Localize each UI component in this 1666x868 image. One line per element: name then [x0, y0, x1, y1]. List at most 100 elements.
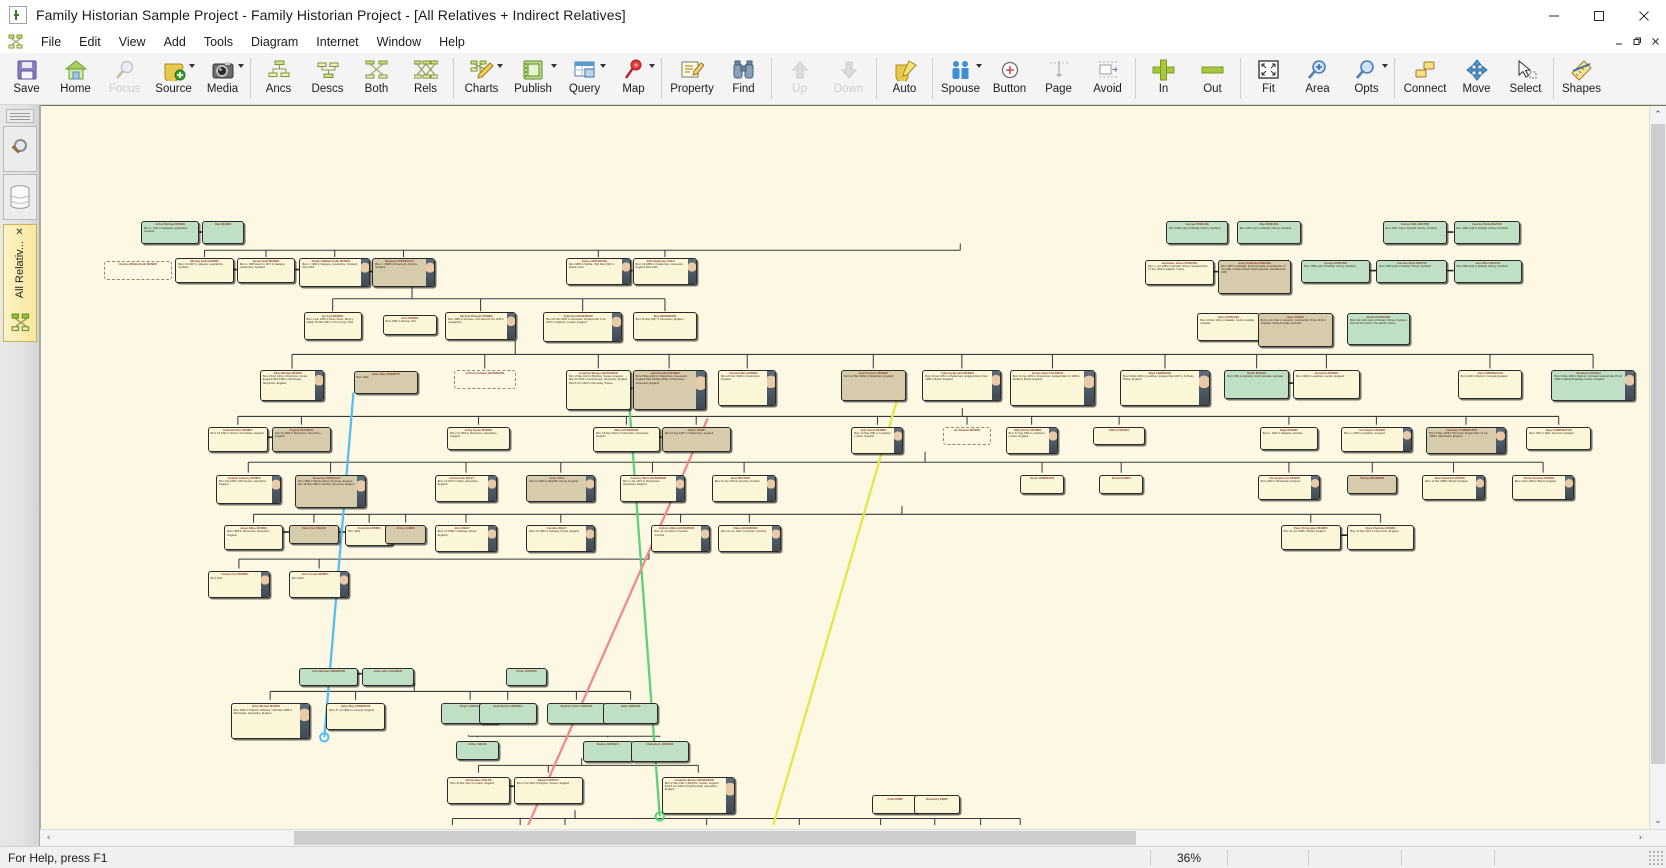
toolbar-button-descs[interactable]: Descs — [303, 53, 352, 104]
person-box[interactable]: Connor WALLINGTONBorn 1867 (cal) in Kirk… — [1383, 221, 1448, 244]
records-window-button[interactable] — [3, 174, 37, 220]
person-box[interactable]: Jonathan Wesley HICKERSONBorn 2 May 1921… — [566, 370, 631, 410]
maximize-button[interactable] — [1576, 0, 1621, 31]
person-box[interactable]: Charlotte CUMMINGTONBorn 5 May 1968 in P… — [1426, 427, 1505, 454]
person-box[interactable]: Edmund Peter MUNROBorn C4 1962 in Oxford… — [208, 427, 268, 452]
mdi-restore-button[interactable] — [1629, 33, 1646, 49]
toolbar-button-auto[interactable]: Auto — [880, 53, 929, 104]
menu-item-internet[interactable]: Internet — [307, 33, 367, 51]
person-box[interactable]: Ellen Katherine COLEBorn C2 1898 in Chel… — [633, 258, 698, 285]
toolbar-button-map[interactable]: Map — [609, 53, 658, 104]
person-box[interactable]: Jane WALLINGTONBorn 1890 (cal) in Kirkwa… — [1454, 260, 1523, 283]
person-box[interactable]: Ian Stephen MUNRO — [943, 427, 991, 446]
person-box[interactable]: Helen Mary ROBERTSBorn 1944 — [354, 371, 419, 394]
toolbar-button-out[interactable]: Out — [1188, 53, 1237, 104]
chevron-down-icon[interactable] — [600, 64, 606, 68]
person-box[interactable]: Arthur Michael MUNROBorn c. 1931 in Glas… — [141, 221, 199, 244]
person-box[interactable]: John Terrence MUNROBorn 12 Mar 1949 in C… — [841, 370, 906, 401]
scroll-down-button[interactable]: ⌄ — [1650, 812, 1666, 829]
person-box[interactable]: Elizabeth HODGESBorn 8 May 1930 in Bodmi… — [1551, 370, 1634, 401]
person-box[interactable]: Margaret PUDDEFOOTBorn c. 1968 in Kilmar… — [372, 258, 435, 287]
chevron-down-icon[interactable] — [551, 64, 557, 68]
person-box[interactable]: Ian Keel MUNROBorn 2 Jan 1965 in Parks S… — [304, 312, 362, 339]
toolbar-button-area[interactable]: Area — [1293, 53, 1342, 104]
toolbar-button-avoid[interactable]: Avoid — [1083, 53, 1132, 104]
menu-item-file[interactable]: File — [32, 33, 70, 51]
person-box[interactable]: Gilbert KEMPMar 12 Sep 1967 in Cheltenha… — [662, 427, 731, 452]
menu-item-edit[interactable]: Edit — [70, 33, 110, 51]
scroll-up-button[interactable]: ⌃ — [1650, 106, 1666, 123]
chevron-down-icon[interactable] — [976, 64, 982, 68]
toolbar-button-home[interactable]: Home — [51, 53, 100, 104]
menu-item-tools[interactable]: Tools — [195, 33, 242, 51]
person-box[interactable]: Susan ANDERSON — [1020, 475, 1064, 494]
scroll-right-button[interactable]: › — [1632, 830, 1649, 847]
person-box[interactable]: Caroline WILEYBorn C2 1984 in Kelloway, … — [526, 525, 595, 552]
toolbar-button-rels[interactable]: Rels — [401, 53, 450, 104]
person-box[interactable]: Caroline WALLINGTONBorn 1861 (cal) in Ki… — [1454, 221, 1521, 244]
person-box[interactable]: James HICKERSONBorn 1895 in Marble, USA … — [566, 258, 631, 285]
person-box[interactable]: Janet RECORDBorn 10 Jan 1970 in Keswick,… — [712, 475, 777, 502]
person-box[interactable]: May MUNRO — [202, 221, 244, 244]
diagram-canvas[interactable]: Arthur Michael MUNROBorn c. 1931 in Glas… — [40, 105, 1666, 829]
mdi-minimize-button[interactable] — [1611, 33, 1628, 49]
toolbar-button-publish[interactable]: Publish — [506, 53, 560, 104]
person-box[interactable]: Carolyn Ann MUNROBorn 2011 — [208, 571, 271, 598]
person-box[interactable]: Alexandra MUNROBorn 1936 in Lewisham, Lo… — [1293, 370, 1360, 399]
person-box[interactable]: Michael Keith MUNROBorn C2 1967 in Glasg… — [175, 258, 233, 283]
person-box[interactable]: Henry DOWLINGBorn 10 Dec 1912 in Adelaid… — [1197, 313, 1260, 340]
zoom-level-indicator[interactable]: 36% — [1151, 847, 1227, 868]
person-box[interactable]: Marilyn DESMOND — [1347, 475, 1397, 494]
person-box[interactable]: Stephen Arthur HODGES — [547, 703, 605, 724]
person-box[interactable]: Rosemary KEMP — [914, 795, 960, 814]
vertical-scroll-thumb[interactable] — [1651, 124, 1665, 764]
menu-item-help[interactable]: Help — [430, 33, 474, 51]
person-box[interactable]: Graham Anthony MUNROBorn Oct 1987 in Win… — [216, 475, 281, 504]
person-box[interactable]: Helen JONESBorn 4 Oct 1921 in Keswick, C… — [1258, 313, 1333, 347]
person-box[interactable]: May HICKERSONBorn 10 Sep 1957 in Glouces… — [633, 312, 698, 339]
person-box[interactable]: Jonathan Wesley HICKERSONBorn 2 May 1921… — [662, 777, 735, 815]
toolbar-button-shapes[interactable]: Shapes — [1557, 53, 1606, 104]
person-box[interactable]: Marie HICKERSONBorn 18 Sep 1944 in Chelt… — [593, 427, 660, 452]
horizontal-scrollbar[interactable]: ‹ › — [40, 829, 1666, 846]
person-box[interactable]: May DOWLINGBorn 1867 (cal) in Kirkwall, … — [1237, 221, 1302, 244]
person-box[interactable]: Anthony Marie HICKERSONBorn 14 Jun 2001 … — [651, 525, 709, 552]
person-box[interactable]: Helen May ANDERSONBorn 27 Jul 1959 in Li… — [326, 703, 384, 730]
person-box[interactable]: Janet Eudora HODGES — [479, 703, 537, 724]
person-box[interactable]: Paula Charlotte MUNROBorn 2 Dec 1990 in … — [1512, 475, 1575, 500]
person-box[interactable]: Nigel MUNROBorn c. 1964 in Adelaide, Aus… — [1260, 427, 1318, 450]
person-box[interactable]: John Michael ANDERSON — [299, 668, 357, 687]
person-box[interactable]: Arthur HODGES — [506, 668, 548, 687]
mdi-close-button[interactable] — [1647, 33, 1664, 49]
person-box[interactable]: Charles William Keith MUNROBorn c. 1968 … — [299, 258, 370, 287]
person-box[interactable]: Susan Keith MUNROBorn c. 1965 Died C4 19… — [237, 258, 295, 283]
person-box[interactable]: Peter Michael MUNROBorn 25 Apr 1941 in W… — [260, 370, 325, 401]
person-box[interactable]: Nigel ANDERSONBorn 9 Mar 1948 in Lewisha… — [1120, 370, 1210, 406]
toolbar-button-both[interactable]: Both — [352, 53, 401, 104]
person-box[interactable]: Edmund Ian WILEYBorn C2 1972 in Paltry, … — [435, 475, 498, 502]
toolbar-button-move[interactable]: Move — [1452, 53, 1501, 104]
toolbar-button-query[interactable]: Query — [560, 53, 609, 104]
person-box[interactable]: Julia Laine COLEMAN — [362, 668, 414, 687]
person-box[interactable]: Rosemary KIRKDALEBorn 1984 in Westmorlan… — [295, 475, 366, 509]
person-box[interactable]: Arthur CHILDS — [456, 741, 500, 760]
toolbar-button-fit[interactable]: Fit — [1244, 53, 1293, 104]
person-box[interactable]: Hugo CORRINGTONBorn 1967 in Bath, Somers… — [1526, 427, 1591, 450]
person-box[interactable]: Amanda Mary MUNROBorn 22 Dec 1948 in Che… — [718, 370, 776, 406]
person-box[interactable]: Susan Isabel COLEMANBorn 31 Jan 1952 in … — [1010, 370, 1095, 406]
menu-item-window[interactable]: Window — [368, 33, 430, 51]
toolbar-button-save[interactable]: Save — [2, 53, 51, 104]
person-box[interactable]: Keith KEMP — [872, 795, 918, 814]
person-box[interactable]: Anna Leslee MUNROBorn 2013 — [289, 571, 349, 598]
person-box[interactable]: Clara Charlotte MUNROBorn 17 Dec 2007 in… — [1347, 525, 1414, 550]
person-box[interactable]: Virginia PEARSONMar C3 1983 in Wincheste… — [272, 427, 330, 452]
person-box[interactable]: Emma MUNRO — [1099, 475, 1143, 494]
scroll-left-button[interactable]: ‹ — [40, 830, 57, 847]
person-box[interactable]: Anthony Marie HICKERSONBorn 1 Jan 1971 i… — [620, 475, 685, 502]
person-box[interactable]: Peter Christopher MUNROBorn 11 Jun 2008 … — [1281, 525, 1341, 550]
person-box[interactable]: Jenny Kathinka ROBLINGBorn 1887 in Adela… — [1218, 260, 1291, 294]
toolbar-button-select[interactable]: Select — [1501, 53, 1550, 104]
person-box[interactable]: Anne COLEMar C1 1983 in Radcliffe, Dorse… — [526, 475, 595, 502]
person-box[interactable]: Helen HODGES — [603, 703, 657, 724]
toolbar-button-opts[interactable]: Opts — [1342, 53, 1391, 104]
